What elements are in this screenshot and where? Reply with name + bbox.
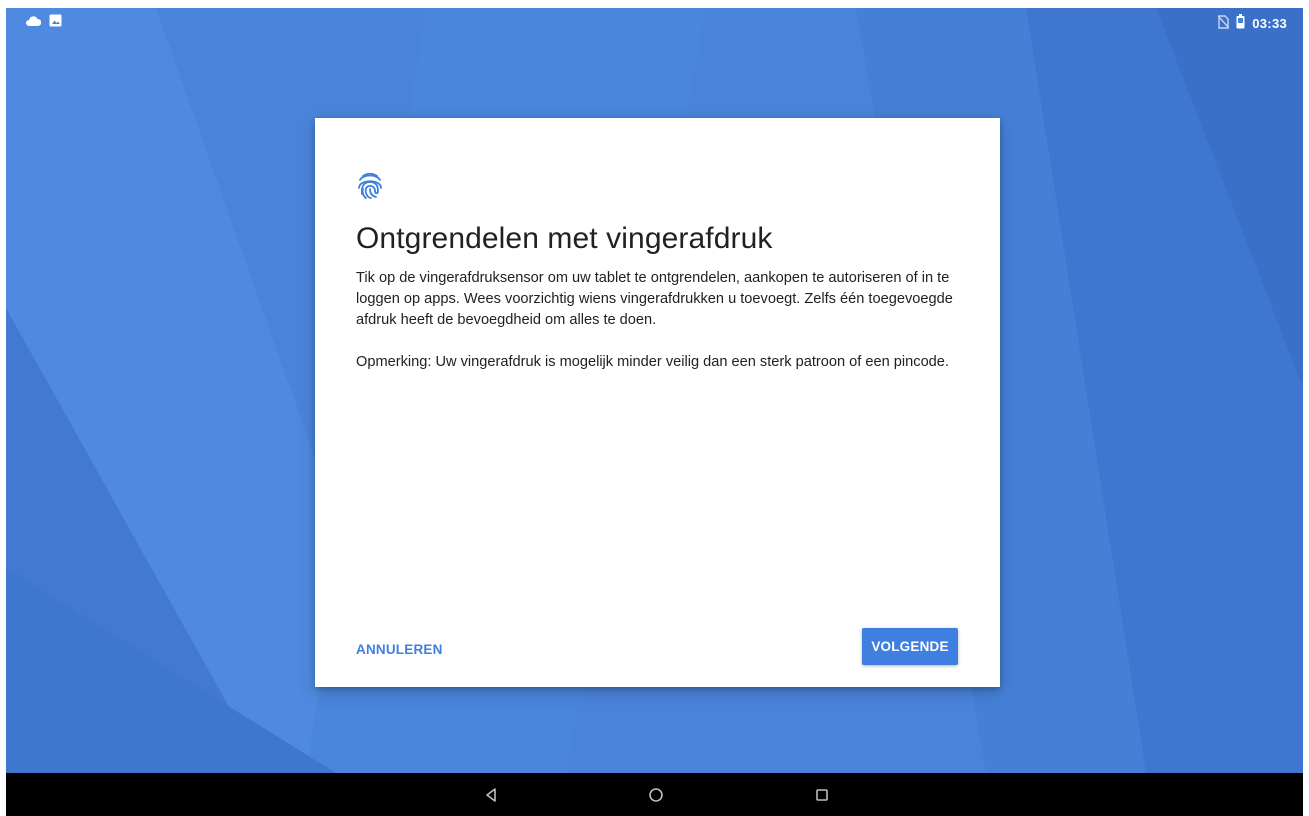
image-icon <box>49 14 62 30</box>
cancel-button[interactable]: ANNULEREN <box>356 638 443 660</box>
back-icon[interactable] <box>479 783 503 807</box>
home-icon[interactable] <box>644 783 668 807</box>
dialog-description: Tik op de vingerafdruksensor om uw table… <box>356 270 953 328</box>
status-bar: 03:33 <box>6 8 1303 36</box>
tablet-screen: 03:33 Ontgrendelen met vingerafdruk Tik … <box>6 8 1303 816</box>
recents-icon[interactable] <box>810 783 834 807</box>
dialog-title: Ontgrendelen met vingerafdruk <box>356 222 773 255</box>
fingerprint-setup-dialog: Ontgrendelen met vingerafdruk Tik op de … <box>315 118 1000 687</box>
status-time: 03:33 <box>1252 15 1287 31</box>
dialog-note: Opmerking: Uw vingerafdruk is mogelijk m… <box>356 354 949 370</box>
battery-icon <box>1236 14 1245 32</box>
no-sim-icon <box>1217 14 1230 32</box>
dialog-body: Tik op de vingerafdruksensor om uw table… <box>356 268 966 394</box>
next-button[interactable]: VOLGENDE <box>862 628 958 665</box>
cloud-icon <box>26 14 42 30</box>
fingerprint-icon <box>357 170 383 200</box>
navigation-bar <box>6 773 1303 816</box>
